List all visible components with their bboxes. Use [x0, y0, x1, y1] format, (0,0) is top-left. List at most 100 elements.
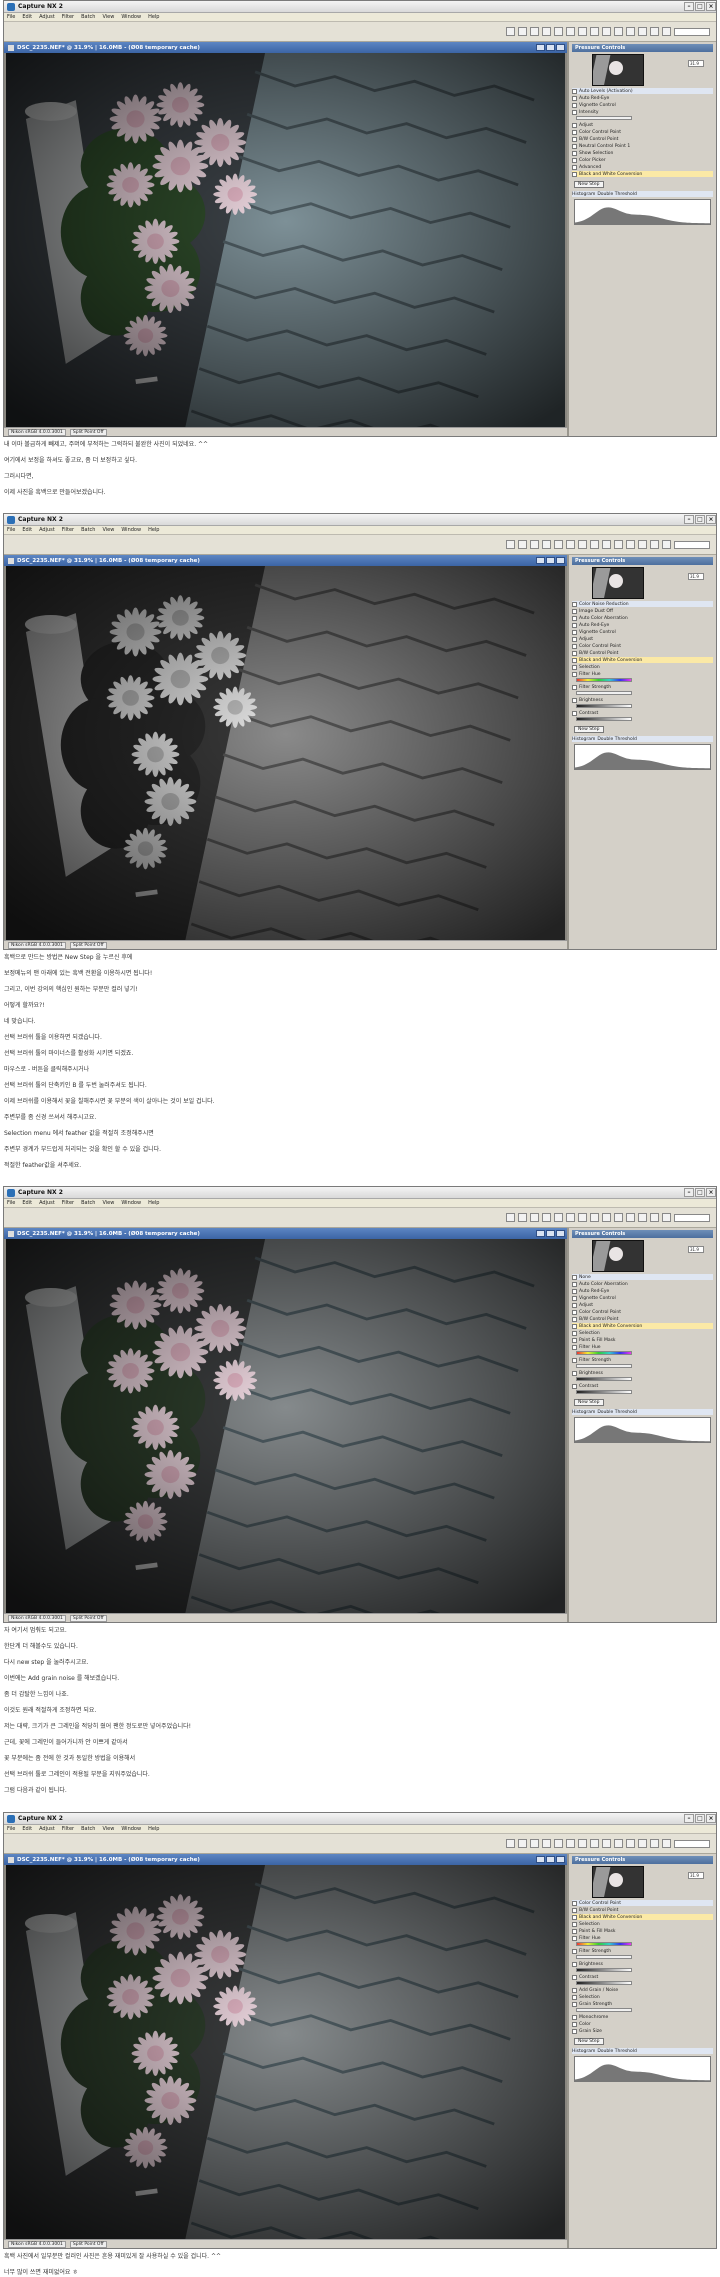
doc-close-icon[interactable] [556, 557, 565, 564]
brush-icon[interactable] [590, 1839, 599, 1848]
doc-close-icon[interactable] [556, 44, 565, 51]
doc-close-icon[interactable] [556, 1230, 565, 1237]
edit-step-row[interactable]: Filter Hue [572, 1935, 713, 1941]
close-icon[interactable]: × [706, 2, 716, 11]
edit-step-row[interactable]: Paint & Fill Mask [572, 1337, 713, 1343]
color-picker-icon[interactable] [662, 1839, 671, 1848]
menu-adjust[interactable]: Adjust [39, 1200, 55, 1206]
zoom-field[interactable]: 31.9 [688, 1872, 704, 1879]
step-checkbox[interactable] [572, 88, 577, 94]
crop-icon[interactable] [554, 1839, 563, 1848]
step-checkbox[interactable] [572, 1288, 577, 1294]
step-checkbox[interactable] [572, 1337, 577, 1343]
marquee-icon[interactable] [638, 1213, 647, 1222]
color-picker-icon[interactable] [662, 540, 671, 549]
flower-photo[interactable] [6, 566, 565, 940]
adjust-slider[interactable] [576, 1968, 632, 1972]
menu-file[interactable]: File [7, 527, 15, 533]
edit-step-row[interactable]: B/W Control Point [572, 1907, 713, 1913]
rotate-icon[interactable] [542, 540, 551, 549]
step-checkbox[interactable] [572, 1295, 577, 1301]
flower-photo[interactable] [6, 1239, 565, 1613]
hand-icon[interactable] [518, 540, 527, 549]
gradient-icon[interactable] [602, 540, 611, 549]
brush-icon[interactable] [590, 1213, 599, 1222]
edit-step-row[interactable]: Color Control Point [572, 643, 713, 649]
step-checkbox[interactable] [572, 129, 577, 135]
image-canvas[interactable] [6, 566, 565, 940]
edit-step-row[interactable]: B/W Control Point [572, 136, 713, 142]
edit-step-row[interactable]: Adjust [572, 122, 713, 128]
crop-icon[interactable] [554, 27, 563, 36]
lasso-icon[interactable] [626, 540, 635, 549]
step-checkbox[interactable] [572, 643, 577, 649]
step-checkbox[interactable] [572, 109, 577, 115]
step-checkbox[interactable] [572, 1914, 577, 1920]
maximize-icon[interactable]: □ [695, 1188, 705, 1197]
step-checkbox[interactable] [572, 171, 577, 177]
step-checkbox[interactable] [572, 1921, 577, 1927]
doc-close-icon[interactable] [556, 1856, 565, 1863]
step-checkbox[interactable] [572, 615, 577, 621]
straighten-icon[interactable] [566, 1839, 575, 1848]
zoom-field[interactable]: 31.9 [688, 573, 704, 580]
edit-step-row[interactable]: Grain Size [572, 2028, 713, 2034]
menu-view[interactable]: View [102, 1200, 114, 1206]
edit-step-row[interactable]: Vignette Control [572, 629, 713, 635]
edit-step-row[interactable]: Filter Strength [572, 1357, 713, 1363]
menu-batch[interactable]: Batch [81, 14, 95, 20]
straighten-icon[interactable] [566, 1213, 575, 1222]
close-icon[interactable]: × [706, 1188, 716, 1197]
menu-view[interactable]: View [102, 527, 114, 533]
menu-window[interactable]: Window [121, 1826, 141, 1832]
edit-step-row[interactable]: Monochrome [572, 2014, 713, 2020]
histogram-mode[interactable]: Double Threshold [597, 1410, 637, 1415]
edit-step-row[interactable]: Neutral Control Point 1 [572, 143, 713, 149]
menu-help[interactable]: Help [148, 527, 159, 533]
adjust-slider[interactable] [576, 2008, 632, 2012]
menu-view[interactable]: View [102, 1826, 114, 1832]
edit-step-row[interactable]: Brightness [572, 697, 713, 703]
menu-filter[interactable]: Filter [62, 1826, 74, 1832]
histogram-mode[interactable]: Double Threshold [597, 192, 637, 197]
gradient-icon[interactable] [602, 1213, 611, 1222]
rotate-icon[interactable] [542, 27, 551, 36]
step-checkbox[interactable] [572, 1274, 577, 1280]
edit-step-row[interactable]: Color Control Point [572, 1309, 713, 1315]
image-canvas[interactable] [6, 1239, 565, 1613]
doc-maximize-icon[interactable] [546, 44, 555, 51]
step-checkbox[interactable] [572, 601, 577, 607]
edit-step-row[interactable]: Filter Hue [572, 1344, 713, 1350]
adjust-slider[interactable] [576, 116, 632, 120]
color-picker-icon[interactable] [662, 27, 671, 36]
edit-step-row[interactable]: Black and White Conversion [572, 657, 713, 663]
step-checkbox[interactable] [572, 657, 577, 663]
step-checkbox[interactable] [572, 636, 577, 642]
step-checkbox[interactable] [572, 1987, 577, 1993]
bird-eye-thumbnail[interactable] [592, 1866, 644, 1898]
red-eye-icon[interactable] [578, 27, 587, 36]
step-checkbox[interactable] [572, 697, 577, 703]
new-step-button[interactable]: New Step [574, 1399, 604, 1406]
control-point-icon[interactable] [650, 1839, 659, 1848]
edit-step-row[interactable]: Contrast [572, 710, 713, 716]
edit-step-row[interactable]: Add Grain / Noise [572, 1987, 713, 1993]
menu-edit[interactable]: Edit [22, 14, 32, 20]
edit-step-row[interactable]: Show Selection [572, 150, 713, 156]
marquee-icon[interactable] [638, 1839, 647, 1848]
menu-edit[interactable]: Edit [22, 1826, 32, 1832]
step-checkbox[interactable] [572, 650, 577, 656]
close-icon[interactable]: × [706, 515, 716, 524]
rotate-icon[interactable] [542, 1839, 551, 1848]
bird-eye-thumbnail[interactable] [592, 54, 644, 86]
workspace-dropdown[interactable] [674, 27, 710, 36]
edit-step-row[interactable]: Vignette Control [572, 1295, 713, 1301]
adjust-slider[interactable] [576, 691, 632, 695]
menu-help[interactable]: Help [148, 1826, 159, 1832]
arrow-icon[interactable] [506, 1213, 515, 1222]
minimize-icon[interactable]: – [684, 2, 694, 11]
menu-file[interactable]: File [7, 14, 15, 20]
red-eye-icon[interactable] [578, 1213, 587, 1222]
arrow-icon[interactable] [506, 1839, 515, 1848]
edit-step-row[interactable]: Contrast [572, 1383, 713, 1389]
